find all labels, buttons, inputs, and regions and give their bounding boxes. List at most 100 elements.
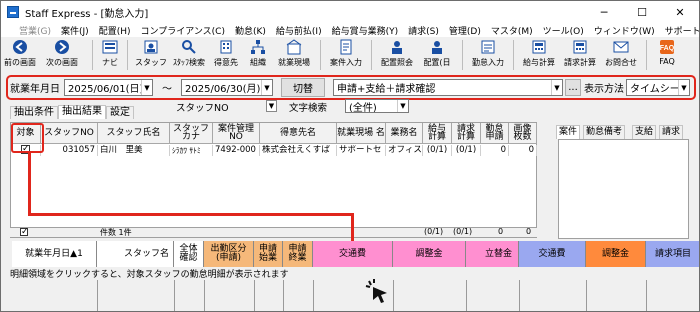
col-header-overall-check[interactable]: 全体 確認 bbox=[174, 241, 204, 267]
org-icon bbox=[250, 39, 266, 55]
navi-icon bbox=[102, 39, 118, 55]
staff-search-icon bbox=[181, 39, 197, 55]
col-header-staff-kana[interactable]: スタッフ カナ bbox=[170, 123, 213, 144]
close-button[interactable]: ✕ bbox=[661, 1, 699, 23]
worksite-button[interactable]: 就業現場 bbox=[273, 38, 315, 72]
toolbar-separator bbox=[462, 40, 463, 70]
maximize-button[interactable]: ☐ bbox=[623, 1, 661, 23]
col-header-worksite[interactable]: 就業現場 名 bbox=[337, 123, 386, 144]
cell-staff-kana: ｼﾗｶﾜ ｻﾄﾐ bbox=[170, 145, 213, 156]
menu-sales[interactable]: 営業(G) bbox=[19, 24, 51, 37]
col-header-apply-end[interactable]: 申請 終業 bbox=[283, 241, 313, 267]
org-button[interactable]: 組織 bbox=[243, 38, 273, 72]
footer-bill-calc: (0/1) bbox=[453, 227, 473, 236]
detail-content[interactable] bbox=[558, 139, 689, 239]
forward-button[interactable]: 次の画面 bbox=[37, 38, 87, 72]
col-header-case-no[interactable]: 案件管理 NO bbox=[213, 123, 260, 144]
menu-attendance[interactable]: 勤怠(K) bbox=[235, 24, 266, 37]
col-header-bill-transport[interactable]: 交通費 bbox=[519, 241, 586, 267]
col-header-image-count[interactable]: 画像 枚数 bbox=[509, 123, 537, 144]
col-header-advance[interactable]: 立替金 bbox=[466, 241, 519, 267]
col-header-work-date[interactable]: 就業年月日▲1 bbox=[12, 241, 97, 267]
staff-search-button[interactable]: ｽﾀｯﾌ検索 bbox=[169, 38, 209, 72]
placement-day-icon bbox=[429, 39, 445, 55]
menu-support[interactable]: サポート(H) bbox=[665, 24, 699, 37]
col-header-staff-name[interactable]: スタッフ氏名 bbox=[98, 123, 170, 144]
col-header-bill-calc[interactable]: 請求 計算 bbox=[452, 123, 481, 144]
col-header-bottom-staff-name[interactable]: スタッフ名 bbox=[97, 241, 174, 267]
menu-tools[interactable]: ツール(O) bbox=[543, 24, 584, 37]
placement-inquiry-button[interactable]: 配置照会 bbox=[377, 38, 417, 72]
annotation-line-horizontal bbox=[28, 213, 354, 216]
tab-case[interactable]: 案件 bbox=[556, 125, 581, 139]
text-search-combo[interactable]: (全件) ▼ bbox=[345, 99, 409, 113]
menu-window[interactable]: ウィンドウ(W) bbox=[594, 24, 655, 37]
cell-worksite: サポートセ bbox=[337, 145, 386, 156]
col-header-attendance-apply[interactable]: 勤怠 申請 bbox=[481, 123, 509, 144]
col-header-pay-calc[interactable]: 給与 計算 bbox=[423, 123, 452, 144]
back-icon bbox=[12, 39, 28, 55]
col-header-attendance-type[interactable]: 出勤区分 (申請) bbox=[204, 241, 254, 267]
billing-button[interactable]: 請求計算 bbox=[559, 38, 601, 72]
tab-settings[interactable]: 設定 bbox=[106, 106, 134, 119]
toolbar-separator bbox=[646, 40, 647, 70]
payroll-icon bbox=[531, 39, 547, 55]
app-window: Staff Express - [勤怠入力] ─ ☐ ✕ 営業(G) 案件(J)… bbox=[0, 0, 700, 312]
navi-button[interactable]: ナビ bbox=[98, 38, 122, 72]
app-icon bbox=[7, 6, 19, 18]
tab-billing[interactable]: 請求 bbox=[659, 125, 684, 139]
col-header-bill-item[interactable]: 請求項目 bbox=[646, 241, 699, 267]
forward-icon bbox=[54, 39, 70, 55]
staff-icon bbox=[143, 39, 159, 55]
col-header-bill-adjustment[interactable]: 調整金 bbox=[586, 241, 646, 267]
cell-customer: 株式会社えくすぱ bbox=[260, 145, 337, 156]
staff-no-combo[interactable]: ▼ bbox=[241, 100, 277, 113]
menu-master[interactable]: マスタ(M) bbox=[491, 24, 533, 37]
annotation-line-vertical bbox=[28, 153, 31, 215]
attendance-input-icon bbox=[480, 39, 496, 55]
placement-day-button[interactable]: 配置(日 bbox=[417, 38, 457, 72]
payroll-button[interactable]: 給与計算 bbox=[519, 38, 559, 72]
target-column-highlight bbox=[11, 123, 44, 153]
chevron-down-icon: ▼ bbox=[397, 100, 408, 112]
grid-line bbox=[97, 280, 98, 311]
customer-button[interactable]: 得意先 bbox=[209, 38, 243, 72]
detail-hint-text: 明細領域をクリックすると、対象スタッフの勤怠明細が表示されます bbox=[10, 270, 289, 280]
menu-advance-pay[interactable]: 給与前払(I) bbox=[276, 24, 322, 37]
tab-extract-conditions[interactable]: 抽出条件 bbox=[10, 106, 58, 119]
grid-line bbox=[254, 280, 255, 311]
menu-compliance[interactable]: コンプライアンス(C) bbox=[140, 24, 225, 37]
menu-placement[interactable]: 配置(H) bbox=[99, 24, 131, 37]
cell-work-name: オフィス bbox=[388, 145, 423, 156]
col-header-customer[interactable]: 得意先名 bbox=[260, 123, 337, 144]
grid-line bbox=[204, 280, 205, 311]
col-header-work-name[interactable]: 業務名 bbox=[386, 123, 423, 144]
cell-attendance-apply: 0 bbox=[481, 145, 509, 156]
select-all-checkbox[interactable] bbox=[20, 226, 29, 238]
grid-line bbox=[283, 280, 284, 311]
menu-billing[interactable]: 請求(S) bbox=[408, 24, 439, 37]
col-header-pay-transport[interactable]: 交通費 bbox=[313, 241, 393, 267]
chevron-down-icon: ▼ bbox=[266, 100, 277, 112]
placement-inquiry-icon bbox=[389, 39, 405, 55]
inquiry-button[interactable]: お問合せ bbox=[601, 38, 641, 72]
minimize-button[interactable]: ─ bbox=[585, 1, 623, 23]
case-input-button[interactable]: 案件入力 bbox=[326, 38, 366, 72]
col-header-apply-start[interactable]: 申請 始業 bbox=[254, 241, 283, 267]
col-header-pay-adjustment[interactable]: 調整金 bbox=[393, 241, 466, 267]
tab-payment[interactable]: 支給 bbox=[632, 125, 657, 139]
tab-extract-results[interactable]: 抽出結果 bbox=[58, 105, 106, 119]
col-header-staff-no[interactable]: スタッフNO bbox=[41, 123, 98, 144]
menu-case[interactable]: 案件(J) bbox=[61, 24, 89, 37]
detail-header-row: 就業年月日▲1 スタッフ名 全体 確認 出勤区分 (申請) 申請 始業 申請 終… bbox=[12, 241, 699, 267]
filter-highlight bbox=[6, 75, 696, 100]
tab-attendance-note[interactable]: 勤怠備考 bbox=[583, 125, 626, 139]
toolbar-separator bbox=[513, 40, 514, 70]
faq-button[interactable]: FAQ FAQ bbox=[652, 38, 682, 72]
staff-button[interactable]: スタッフ bbox=[133, 38, 169, 72]
attendance-input-button[interactable]: 勤怠入力 bbox=[468, 38, 508, 72]
menu-payroll[interactable]: 給与賞与業務(Y) bbox=[332, 24, 399, 37]
back-button[interactable]: 前の画面 bbox=[3, 38, 37, 72]
menu-admin[interactable]: 管理(D) bbox=[449, 24, 481, 37]
detail-pane: 案件 勤怠備考 支給 請求 bbox=[543, 122, 690, 239]
